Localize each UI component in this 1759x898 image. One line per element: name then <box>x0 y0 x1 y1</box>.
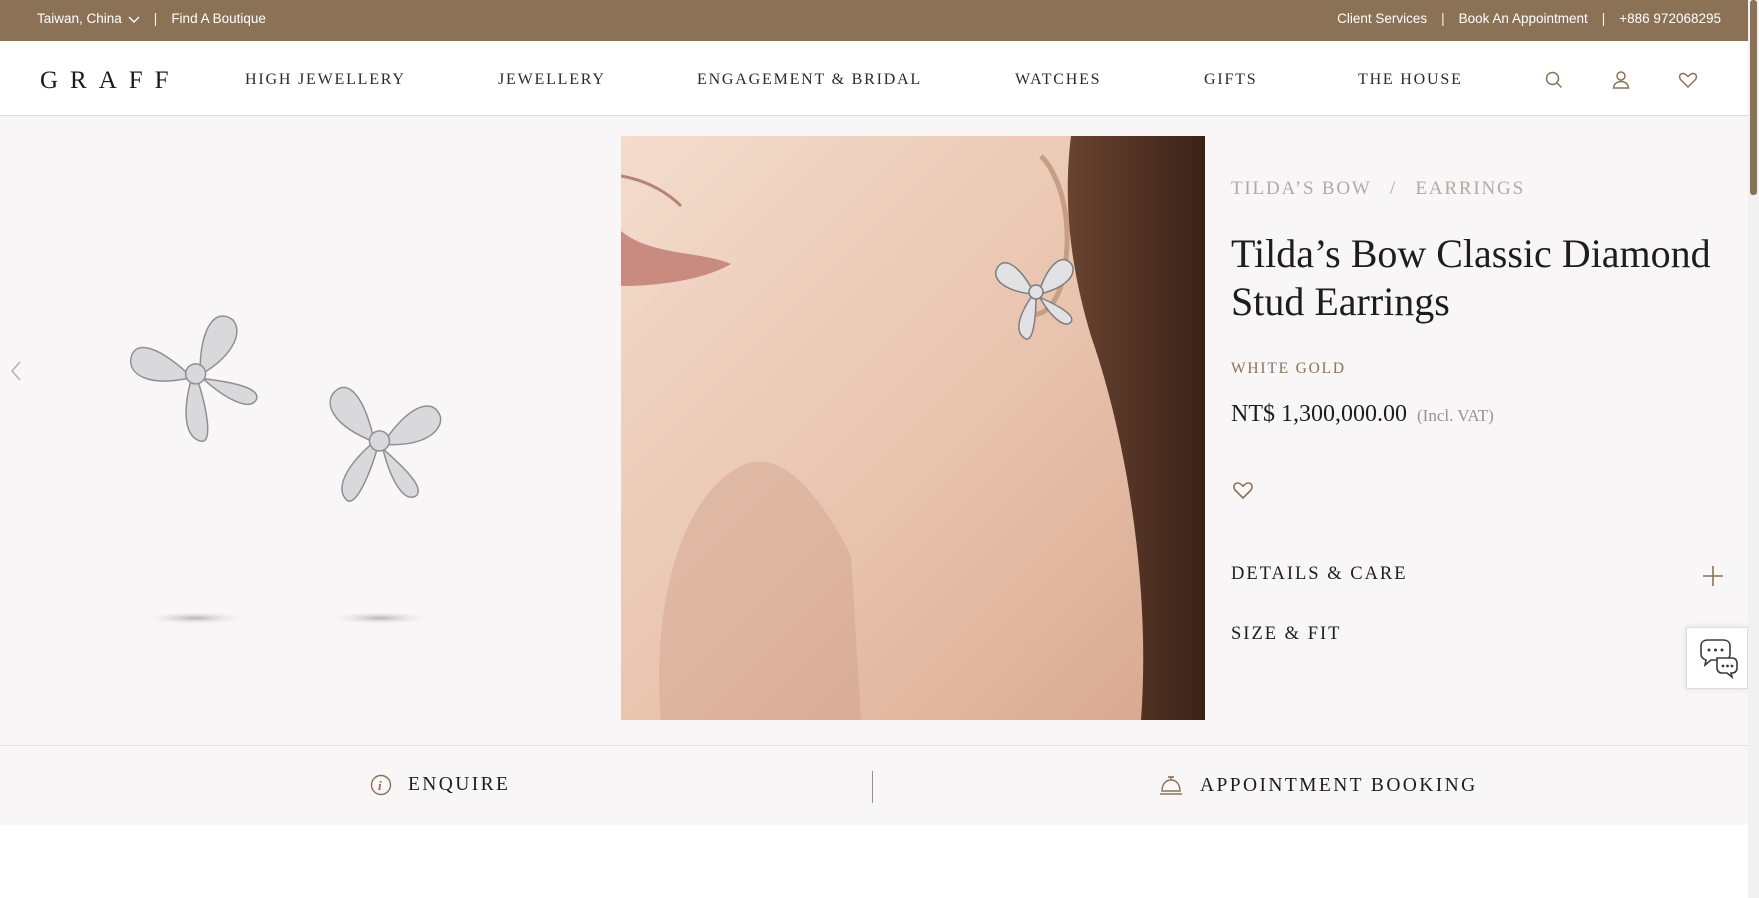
product-price: NT$ 1,300,000.00 <box>1231 401 1407 427</box>
phone-link[interactable]: +886 972068295 <box>1619 11 1721 26</box>
accordion-label: SIZE & FIT <box>1231 624 1342 644</box>
enquire-button[interactable]: i ENQUIRE <box>370 774 510 796</box>
account-icon[interactable] <box>1610 69 1632 91</box>
wishlist-heart-icon[interactable] <box>1677 69 1699 91</box>
nav-gifts[interactable]: GIFTS <box>1204 71 1257 89</box>
action-bar: i ENQUIRE APPOINTMENT BOOKING <box>0 745 1748 825</box>
top-bar-left: Taiwan, China | Find A Boutique <box>37 11 266 26</box>
search-icon[interactable] <box>1543 69 1565 91</box>
accordion-size-fit[interactable]: SIZE & FIT <box>1231 624 1724 654</box>
appointment-label: APPOINTMENT BOOKING <box>1200 775 1478 796</box>
earrings-product-image <box>129 315 442 625</box>
add-to-wishlist-heart-icon[interactable] <box>1231 478 1255 502</box>
breadcrumb-collection[interactable]: TILDA’S BOW <box>1231 178 1371 199</box>
separator: | <box>153 11 158 26</box>
breadcrumb-separator: / <box>1389 178 1397 199</box>
product-thumbnail-image <box>0 117 585 718</box>
accordion-details-care[interactable]: DETAILS & CARE <box>1231 564 1724 594</box>
accordion-label: DETAILS & CARE <box>1231 564 1408 584</box>
scrollbar-thumb[interactable] <box>1750 0 1757 195</box>
svg-text:i: i <box>378 778 384 793</box>
page-footer-space <box>0 825 1748 898</box>
top-bar-right: Client Services | Book An Appointment | … <box>1337 11 1721 26</box>
chevron-down-icon <box>128 16 140 23</box>
separator: | <box>1441 11 1445 26</box>
breadcrumb-category[interactable]: EARRINGS <box>1416 178 1525 199</box>
nav-watches[interactable]: WATCHES <box>1015 71 1101 89</box>
book-appointment-link[interactable]: Book An Appointment <box>1459 11 1588 26</box>
graff-logo[interactable]: GRAFF <box>40 67 181 95</box>
product-metal: WHITE GOLD <box>1231 360 1346 377</box>
region-label: Taiwan, China <box>37 11 122 26</box>
plus-icon[interactable] <box>1702 565 1724 587</box>
product-info-panel: TILDA’S BOW / EARRINGS Tilda’s Bow Class… <box>1231 117 1741 745</box>
main-navigation: GRAFF HIGH JEWELLERY JEWELLERY ENGAGEMEN… <box>0 41 1748 116</box>
breadcrumb: TILDA’S BOW / EARRINGS <box>1231 178 1525 200</box>
appointment-booking-button[interactable]: APPOINTMENT BOOKING <box>1158 774 1478 798</box>
region-selector[interactable]: Taiwan, China <box>37 11 140 26</box>
vat-note: (Incl. VAT) <box>1417 406 1494 425</box>
action-divider <box>872 771 873 803</box>
info-icon: i <box>370 774 392 796</box>
chat-bubbles-icon <box>1700 639 1738 680</box>
model-wearing-earring-image <box>621 136 1205 720</box>
client-services-link[interactable]: Client Services <box>1337 11 1427 26</box>
nav-the-house[interactable]: THE HOUSE <box>1358 71 1463 89</box>
page-scrollbar[interactable] <box>1748 0 1759 898</box>
product-title: Tilda’s Bow Classic Diamond Stud Earring… <box>1231 231 1711 324</box>
product-price-row: NT$ 1,300,000.00 (Incl. VAT) <box>1231 401 1494 428</box>
enquire-label: ENQUIRE <box>408 774 511 795</box>
nav-engagement-bridal[interactable]: ENGAGEMENT & BRIDAL <box>697 71 922 89</box>
previous-image-arrow-icon[interactable] <box>8 359 24 383</box>
chat-button[interactable] <box>1686 627 1748 689</box>
nav-high-jewellery[interactable]: HIGH JEWELLERY <box>245 71 406 89</box>
separator: | <box>1601 11 1606 26</box>
concierge-bell-icon <box>1160 776 1182 795</box>
product-section: TILDA’S BOW / EARRINGS Tilda’s Bow Class… <box>0 117 1748 745</box>
find-boutique-link[interactable]: Find A Boutique <box>171 11 266 26</box>
top-utility-bar: Taiwan, China | Find A Boutique Client S… <box>0 0 1748 41</box>
nav-jewellery[interactable]: JEWELLERY <box>498 71 606 89</box>
